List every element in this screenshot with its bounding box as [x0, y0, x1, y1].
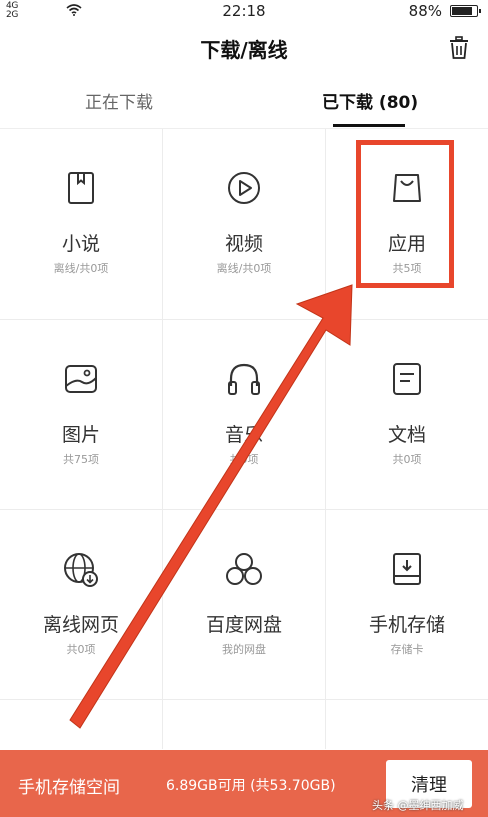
battery-icon [450, 5, 481, 17]
storage-space: 6.89GB可用 (共53.70GB) [166, 778, 336, 794]
category-sub: 离线/共0项 [216, 262, 272, 275]
storage-label: 手机存储空间 [18, 778, 120, 798]
category-phone-storage[interactable]: 手机存储 存储卡 [326, 510, 488, 700]
trash-icon[interactable] [448, 36, 470, 60]
category-sub: 离线/共0项 [53, 262, 109, 275]
image-icon [65, 365, 97, 393]
battery-percent: 88% [408, 2, 442, 20]
document-icon [393, 363, 421, 395]
play-icon [228, 172, 260, 204]
category-label: 手机存储 [368, 614, 445, 636]
category-offline-web[interactable]: 离线网页 共0项 [0, 510, 162, 700]
book-icon [68, 172, 94, 204]
tab-downloading[interactable]: 正在下载 [85, 88, 153, 113]
category-sub: 共0项 [229, 453, 259, 466]
category-sub: 共0项 [66, 643, 96, 656]
page-title: 下载/离线 [200, 38, 288, 62]
category-label: 小说 [61, 233, 100, 255]
globe-download-icon [64, 553, 98, 587]
category-label: 离线网页 [42, 614, 119, 636]
watermark: 头条 @墨绅西加威 [372, 799, 464, 812]
category-baidu-pan[interactable]: 百度网盘 我的网盘 [163, 510, 325, 700]
cloud-circles-icon [226, 553, 262, 585]
tab-downloaded[interactable]: 已下载 (80) [322, 88, 418, 113]
category-novel[interactable]: 小说 离线/共0项 [0, 129, 162, 319]
category-label: 图片 [61, 424, 100, 446]
status-bar: 4G 2G 22:18 88% [0, 0, 488, 22]
header: 下载/离线 [0, 30, 488, 70]
storage-icon [393, 553, 421, 585]
category-documents[interactable]: 文档 共0项 [326, 320, 488, 510]
category-music[interactable]: 音乐 共0项 [163, 320, 325, 510]
category-label: 视频 [224, 233, 263, 255]
highlight-box [356, 140, 454, 288]
category-sub: 存储卡 [390, 643, 424, 656]
category-sub: 我的网盘 [222, 643, 266, 656]
active-tab-indicator [333, 124, 405, 127]
category-label: 百度网盘 [205, 614, 282, 636]
category-sub: 共75项 [63, 453, 99, 466]
category-sub: 共0项 [392, 453, 422, 466]
category-video[interactable]: 视频 离线/共0项 [163, 129, 325, 319]
category-label: 文档 [387, 424, 426, 446]
tab-bar: 正在下载 已下载 (80) [0, 84, 488, 129]
category-label: 音乐 [224, 424, 263, 446]
category-images[interactable]: 图片 共75项 [0, 320, 162, 510]
headphones-icon [228, 363, 260, 395]
